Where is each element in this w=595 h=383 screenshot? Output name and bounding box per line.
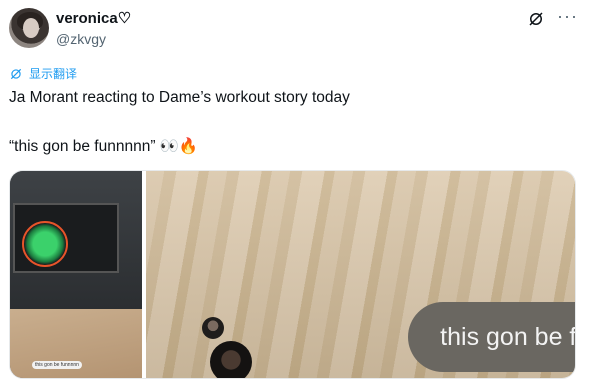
post-emojis: 👀🔥 [159,138,199,155]
avatar[interactable] [9,8,49,48]
avatar-face [23,18,39,38]
display-name[interactable]: veronica♡ [56,9,131,27]
media-thumbnail-1[interactable]: this gon be funnnnn [10,171,142,378]
post-text-line2: “this gon be funnnnn” 👀🔥 [9,137,198,156]
translate-label: 显示翻译 [29,67,78,81]
green-graphic [22,221,68,267]
translate-button[interactable]: 显示翻译 [9,65,77,82]
post-text-line1: Ja Morant reacting to Dame’s workout sto… [9,89,350,106]
grok-icon[interactable] [527,10,545,28]
speech-bubble: this gon be funnnnn [408,302,575,372]
translate-icon [10,68,22,79]
media-thumbnail-2[interactable]: this gon be funnnnn [146,171,575,378]
more-icon[interactable]: ··· [557,7,578,25]
thumb-caption: this gon be funnnnn [32,361,82,369]
story-avatar-small [202,317,224,339]
handle[interactable]: @zkvgy [56,31,106,47]
post-quote: “this gon be funnnnn” [9,137,156,155]
media-grid: this gon be funnnnn this gon be funnnnn [9,170,576,379]
story-avatar-large [210,341,252,378]
